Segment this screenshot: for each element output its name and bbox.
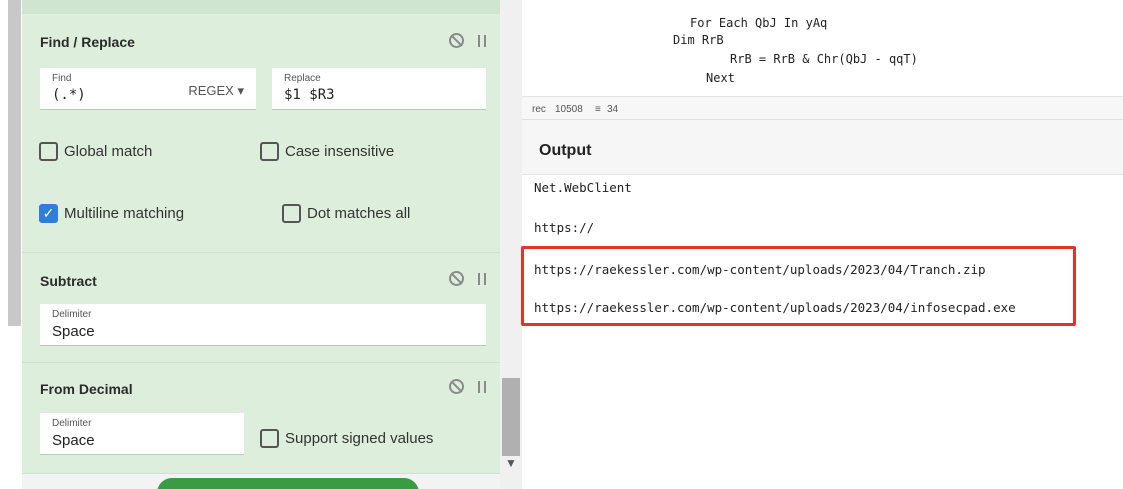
recipe-scrollbar[interactable]: ▼: [500, 0, 522, 489]
signed-values-checkbox[interactable]: Support signed values: [260, 429, 433, 448]
char-count: 10508: [555, 104, 583, 115]
op-title: Find / Replace: [40, 34, 135, 50]
line-count: 34: [607, 104, 619, 115]
operation-find-replace: Find / Replace Find (.*) REGEX ▾ Replace…: [22, 0, 500, 253]
checkbox-box[interactable]: [282, 204, 301, 223]
op-title: From Decimal: [40, 381, 133, 397]
disable-icon[interactable]: [449, 271, 464, 286]
find-label: Find: [52, 73, 72, 84]
delimiter-value[interactable]: Space: [52, 323, 95, 340]
cyberchef-window: Find / Replace Find (.*) REGEX ▾ Replace…: [0, 0, 1123, 489]
op-controls: [449, 271, 486, 286]
find-input[interactable]: (.*): [52, 87, 86, 103]
dot-matches-all-checkbox[interactable]: Dot matches all: [282, 204, 410, 223]
checkmark-icon[interactable]: ✓: [39, 204, 58, 223]
bake-button[interactable]: [157, 478, 419, 489]
multiline-checkbox[interactable]: ✓ Multiline matching: [39, 204, 184, 223]
op-controls: [449, 33, 486, 48]
case-insensitive-checkbox[interactable]: Case insensitive: [260, 142, 394, 161]
delimiter-label: Delimiter: [52, 418, 92, 429]
find-mode-dropdown[interactable]: REGEX ▾: [188, 83, 244, 99]
op-controls: [449, 379, 486, 394]
replace-field[interactable]: Replace $1 $R3: [272, 68, 486, 110]
checkbox-box[interactable]: [39, 142, 58, 161]
checkbox-label: Dot matches all: [307, 205, 411, 222]
delimiter-label: Delimiter: [52, 309, 92, 320]
scroll-thumb[interactable]: [502, 378, 520, 456]
operation-subtract: Subtract Delimiter Space: [22, 253, 500, 363]
highlight-box: [521, 246, 1076, 326]
recipe-footer: [22, 474, 500, 489]
left-gutter: [0, 0, 22, 489]
replace-label: Replace: [284, 73, 321, 84]
subtract-delimiter-field[interactable]: Delimiter Space: [40, 304, 486, 346]
op-title: Subtract: [40, 273, 97, 289]
recipe-panel: Find / Replace Find (.*) REGEX ▾ Replace…: [22, 0, 500, 489]
output-line: Net.WebClient: [534, 180, 632, 195]
panel-divider[interactable]: [8, 0, 21, 326]
line-count-icon: ≡: [595, 104, 601, 115]
code-line: Dim RrB: [673, 33, 724, 47]
from-decimal-delimiter-field[interactable]: Delimiter Space: [40, 413, 244, 455]
checkbox-box[interactable]: [260, 429, 279, 448]
output-panel[interactable]: Net.WebClient https:// https://raekessle…: [522, 175, 1123, 489]
replace-input[interactable]: $1 $R3: [284, 87, 335, 103]
find-field[interactable]: Find (.*) REGEX ▾: [40, 68, 256, 110]
checkbox-label: Case insensitive: [285, 143, 395, 160]
global-match-checkbox[interactable]: Global match: [39, 142, 152, 161]
disable-icon[interactable]: [449, 379, 464, 394]
output-line: https://: [534, 220, 595, 235]
input-status-bar: rec 10508 ≡ 34: [522, 96, 1123, 120]
breakpoint-icon[interactable]: [478, 272, 486, 285]
input-editor[interactable]: For Each QbJ In yAq Dim RrB RrB = RrB & …: [522, 0, 1123, 96]
delimiter-value[interactable]: Space: [52, 432, 95, 449]
char-count-icon: rec: [532, 104, 546, 115]
output-title: Output: [539, 142, 592, 159]
code-line: RrB = RrB & Chr(QbJ - qqT): [730, 52, 918, 66]
breakpoint-icon[interactable]: [478, 34, 486, 47]
operation-from-decimal: From Decimal Delimiter Space Support sig…: [22, 363, 500, 474]
code-line: For Each QbJ In yAq: [690, 16, 828, 30]
code-line: Next: [706, 71, 735, 85]
breakpoint-icon[interactable]: [478, 380, 486, 393]
checkbox-box[interactable]: [260, 142, 279, 161]
checkbox-label: Support signed values: [285, 430, 434, 447]
chevron-down-icon[interactable]: ▼: [505, 456, 517, 470]
disable-icon[interactable]: [449, 33, 464, 48]
op-top-strip: [22, 0, 500, 14]
output-header: Output: [522, 120, 1123, 175]
checkbox-label: Multiline matching: [64, 205, 185, 222]
checkbox-label: Global match: [64, 143, 153, 160]
